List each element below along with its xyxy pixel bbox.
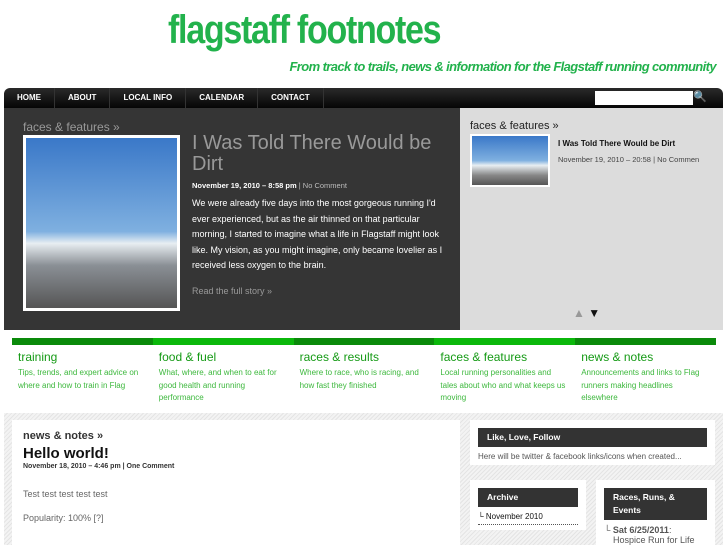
content-area: news & notes » Hello world! November 18,… bbox=[4, 413, 723, 550]
category-desc: Tips, trends, and expert advice on where… bbox=[18, 368, 139, 390]
category-desc: Local running personalities and tales ab… bbox=[440, 368, 566, 402]
widget-title: Archive bbox=[478, 488, 578, 507]
nav-calendar[interactable]: CALENDAR bbox=[186, 88, 259, 108]
featured-excerpt: We were already five days into the most … bbox=[192, 198, 443, 270]
site-tagline: From track to trails, news & information… bbox=[289, 59, 716, 74]
featured-comments[interactable]: No Comment bbox=[303, 181, 347, 190]
slider-up-icon[interactable]: ▲ bbox=[573, 306, 585, 320]
category-faces-features[interactable]: faces & features Local running personalit… bbox=[434, 338, 576, 405]
post-popularity: Popularity: 100% [?] bbox=[23, 513, 104, 523]
slider-title[interactable]: I Was Told There Would be Dirt bbox=[558, 139, 675, 148]
featured-title[interactable]: I Was Told There Would be Dirt bbox=[192, 133, 457, 175]
widget-like: Like, Love, Follow Here will be twitter … bbox=[470, 420, 715, 465]
nav-local-info[interactable]: LOCAL INFO bbox=[110, 88, 187, 108]
category-desc: What, where, and when to eat for good he… bbox=[158, 368, 277, 402]
race-event[interactable]: Hospice Run for Life bbox=[604, 535, 695, 545]
featured-slider: faces & features » I Was Told There Woul… bbox=[460, 108, 723, 330]
race-date: Sat 6/25/2011 bbox=[612, 525, 669, 535]
post-body: Test test test test test bbox=[23, 489, 108, 499]
archive-link[interactable]: November 2010 bbox=[486, 512, 543, 521]
category-races-results[interactable]: races & results Where to race, who is rac… bbox=[293, 338, 435, 405]
category-news-notes[interactable]: news & notes Announcements and links to F… bbox=[575, 338, 716, 405]
category-bar: training Tips, trends, and expert advice … bbox=[12, 338, 716, 405]
featured-image[interactable] bbox=[23, 135, 180, 311]
search-icon[interactable]: 🔍 bbox=[693, 90, 707, 103]
widget-title: Like, Love, Follow bbox=[478, 428, 707, 447]
widget-races: Races, Runs, & Events └ Sat 6/25/2011: Ho… bbox=[596, 480, 715, 550]
featured-meta: November 19, 2010 – 8:58 pm | No Comment bbox=[192, 181, 347, 190]
category-title[interactable]: races & results bbox=[300, 350, 429, 364]
main-nav: HOME ABOUT LOCAL INFO CALENDAR CONTACT 🔍 bbox=[4, 88, 723, 108]
category-title[interactable]: food & fuel bbox=[159, 350, 288, 364]
nav-about[interactable]: ABOUT bbox=[55, 88, 111, 108]
slider-thumbnail[interactable] bbox=[470, 134, 550, 187]
category-title[interactable]: faces & features bbox=[440, 350, 569, 364]
featured-category[interactable]: faces & features » bbox=[23, 120, 120, 134]
featured-post: faces & features » I Was Told There Woul… bbox=[4, 108, 460, 330]
category-title[interactable]: news & notes bbox=[581, 350, 710, 364]
category-food-fuel[interactable]: food & fuel What, where, and when to eat … bbox=[152, 338, 294, 405]
category-desc: Announcements and links to Flag runners … bbox=[581, 368, 700, 402]
category-desc: Where to race, who is racing, and how fa… bbox=[299, 368, 419, 390]
meta-separator: | bbox=[122, 463, 125, 470]
race-item[interactable]: └ Sat 6/25/2011: Hospice Run for Life bbox=[604, 525, 707, 545]
slider-category[interactable]: faces & features » bbox=[470, 120, 559, 132]
post-title[interactable]: Hello world! bbox=[23, 445, 449, 462]
search-input[interactable] bbox=[595, 91, 693, 105]
post-category[interactable]: news & notes » bbox=[23, 430, 449, 442]
featured-date: November 19, 2010 – 8:58 pm bbox=[192, 181, 297, 190]
site-logo[interactable]: flagstaff footnotes bbox=[168, 8, 442, 53]
widget-archive: Archive └ November 2010 bbox=[470, 480, 586, 530]
post-date: November 18, 2010 – 4:46 pm bbox=[23, 463, 121, 470]
nav-home[interactable]: HOME bbox=[4, 88, 55, 108]
category-training[interactable]: training Tips, trends, and expert advice … bbox=[12, 338, 153, 405]
read-more-link[interactable]: Read the full story » bbox=[192, 286, 272, 296]
archive-item[interactable]: └ November 2010 bbox=[478, 512, 578, 525]
widget-title: Races, Runs, & Events bbox=[604, 488, 707, 520]
post: news & notes » Hello world! November 18,… bbox=[12, 420, 460, 545]
nav-contact[interactable]: CONTACT bbox=[258, 88, 324, 108]
post-meta: November 18, 2010 – 4:46 pm | One Commen… bbox=[23, 463, 449, 470]
meta-separator: | bbox=[298, 181, 301, 190]
widget-text: Here will be twitter & facebook links/ic… bbox=[478, 452, 682, 461]
post-comments[interactable]: One Comment bbox=[127, 463, 175, 470]
slider-meta: November 19, 2010 – 20:58 | No Commen bbox=[558, 155, 700, 164]
slider-down-icon[interactable]: ▼ bbox=[588, 306, 600, 320]
category-title[interactable]: training bbox=[18, 350, 147, 364]
